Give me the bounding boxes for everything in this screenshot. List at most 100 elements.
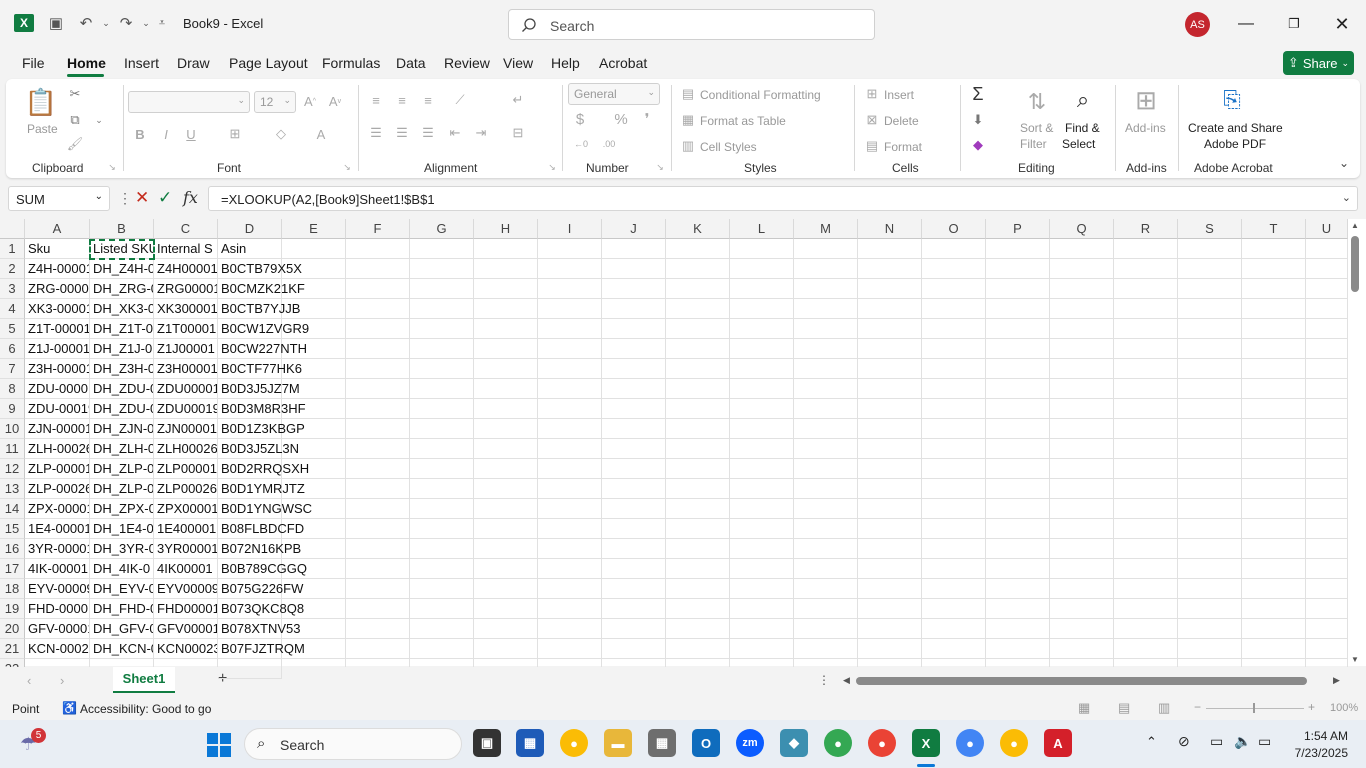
grid-cell[interactable]: Z1T-00001 [25,319,90,339]
grid-cell[interactable] [1306,259,1348,279]
grid-cell[interactable] [474,379,538,399]
grid-cell[interactable] [346,559,410,579]
row-header[interactable]: 21 [0,639,25,659]
grid-cell[interactable] [858,399,922,419]
more-icon[interactable]: ⋮ [118,190,132,207]
increase-decimal-icon[interactable]: ←0 [572,135,590,153]
grid-cell[interactable] [1114,339,1178,359]
grid-cell[interactable] [922,299,986,319]
top-align-icon[interactable]: ≡ [367,91,385,109]
grid-cell[interactable]: ZDU-00019 [25,399,90,419]
grid-cell[interactable] [1178,259,1242,279]
alignment-launcher-icon[interactable]: ↘ [547,161,557,173]
grid-cell[interactable] [922,579,986,599]
grid-cell[interactable] [602,479,666,499]
enter-formula-icon[interactable]: ✓ [158,188,172,208]
normal-view-icon[interactable]: ▦ [1078,700,1090,716]
grid-cell[interactable] [1050,599,1114,619]
copy-dropdown-icon[interactable]: ⌄ [94,111,104,129]
grid-cell[interactable]: DH_FHD-0 [90,599,154,619]
grid-cell[interactable]: ZRG00001 [154,279,218,299]
grid-cell[interactable] [794,299,858,319]
grid-cell[interactable]: DH_ZLP-0 [90,459,154,479]
grid-cell[interactable]: ZJN00001 [154,419,218,439]
grid-cell[interactable] [538,419,602,439]
grid-cell[interactable] [474,439,538,459]
grid-cell[interactable] [538,559,602,579]
vertical-scrollbar[interactable]: ▲ ▼ [1348,221,1362,667]
grid-cell[interactable] [858,619,922,639]
find-select-label-1[interactable]: Find & [1065,121,1100,135]
grid-cell[interactable] [666,639,730,659]
page-layout-view-icon[interactable]: ▤ [1118,700,1130,716]
grid-cell[interactable]: Z1J-00001 [25,339,90,359]
grid-cell[interactable]: Z1T00001 [154,319,218,339]
column-header[interactable]: P [986,219,1050,239]
grid-cell[interactable] [1178,339,1242,359]
grid-cell[interactable] [794,539,858,559]
grid-cell[interactable] [1050,359,1114,379]
grid-cell[interactable]: DH_Z1T-0 [90,319,154,339]
grid-cell[interactable] [1242,399,1306,419]
zoom-slider-track[interactable] [1206,708,1304,709]
grid-cell[interactable] [1114,479,1178,499]
grid-cell[interactable] [1178,459,1242,479]
grid-cell[interactable]: DH_ZRG-0 [90,279,154,299]
grid-cell[interactable] [1242,619,1306,639]
grid-cell[interactable] [1050,259,1114,279]
grid-cell[interactable] [1050,379,1114,399]
grid-cell[interactable] [1242,319,1306,339]
grid-cell[interactable] [1306,579,1348,599]
grid-cell[interactable]: B0CTB79X5X [218,259,302,279]
grid-cell[interactable] [602,239,666,259]
grid-cell[interactable] [1242,359,1306,379]
chrome-profile-icon[interactable]: ● [824,729,852,757]
grid-cell[interactable] [282,239,346,259]
excel-taskbar-icon[interactable]: X [912,729,940,757]
delete-cells-icon[interactable]: ⊠ [863,112,881,128]
grid-cell[interactable] [922,239,986,259]
grid-cell[interactable] [1114,359,1178,379]
column-header[interactable]: M [794,219,858,239]
grid-cell[interactable] [410,619,474,639]
column-header[interactable]: I [538,219,602,239]
grid-cell[interactable] [858,379,922,399]
grid-cell[interactable] [538,319,602,339]
grid-cell[interactable]: GFV-00001 [25,619,90,639]
grid-cell[interactable]: B0D1YNGWSC [218,499,312,519]
grid-cell[interactable] [666,359,730,379]
formula-input[interactable]: =XLOOKUP(A2,[Book9]Sheet1!$B$1 ⌄ [208,186,1358,211]
grid-cell[interactable] [1242,559,1306,579]
row-header[interactable]: 3 [0,279,25,299]
grid-cell[interactable]: DH_Z1J-0 [90,339,154,359]
grid-cell[interactable] [1242,519,1306,539]
grid-cell[interactable]: Z4H-00001 [25,259,90,279]
column-header[interactable]: A [25,219,90,239]
sort-filter-label-1[interactable]: Sort & [1020,121,1053,135]
grid-cell[interactable] [1178,519,1242,539]
grid-cell[interactable]: Listed SKU [90,239,154,259]
grid-cell[interactable] [1242,579,1306,599]
grid-cell[interactable] [922,619,986,639]
grid-cell[interactable] [1178,239,1242,259]
grid-cell[interactable] [410,519,474,539]
vertical-scroll-thumb[interactable] [1351,236,1359,292]
row-header[interactable]: 13 [0,479,25,499]
grid-cell[interactable] [474,619,538,639]
grid-cell[interactable] [1114,439,1178,459]
grid-cell[interactable] [922,599,986,619]
grid-cell[interactable] [1178,399,1242,419]
grid-cell[interactable] [474,359,538,379]
minimize-icon[interactable]: — [1234,12,1258,36]
grid-cell[interactable] [346,239,410,259]
scroll-right-icon[interactable]: ▶ [1333,675,1340,686]
grid-cell[interactable] [986,599,1050,619]
grid-cell[interactable] [602,459,666,479]
grid-cell[interactable] [794,499,858,519]
grid-cell[interactable] [666,399,730,419]
grid-cell[interactable] [346,639,410,659]
grid-cell[interactable] [1114,259,1178,279]
grid-cell[interactable]: FHD00001 [154,599,218,619]
grid-cell[interactable] [858,239,922,259]
grid-cell[interactable] [410,299,474,319]
